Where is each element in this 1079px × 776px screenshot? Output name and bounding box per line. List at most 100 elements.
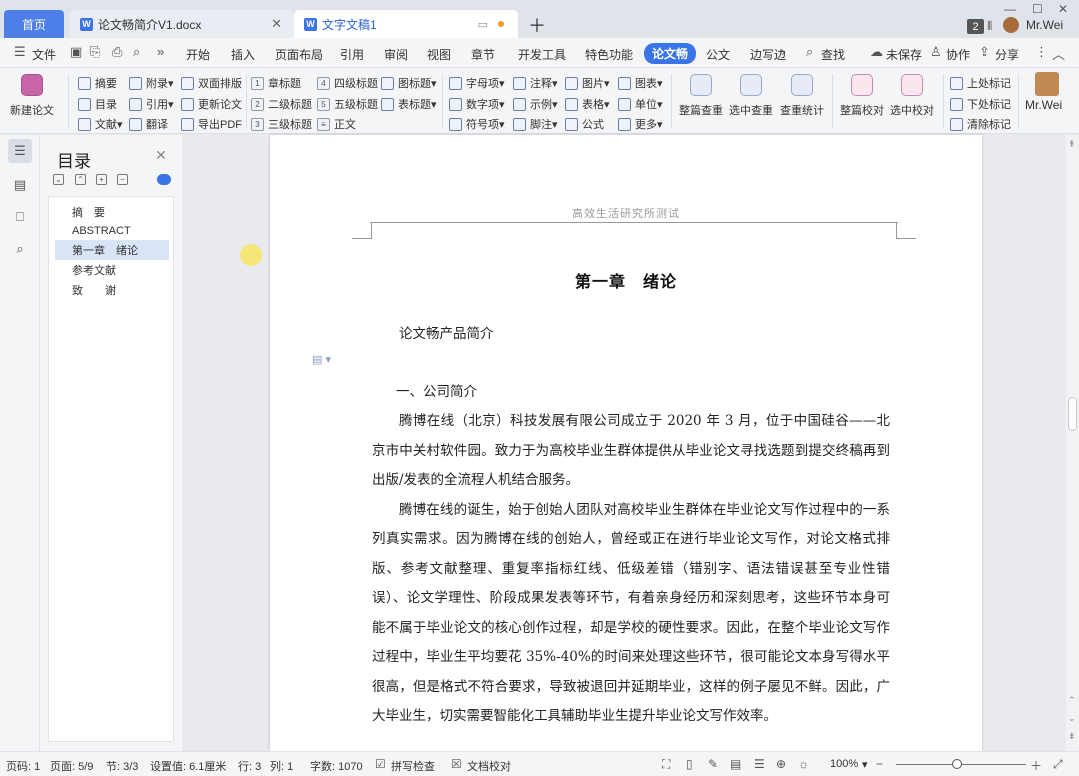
menu-reference[interactable]: 引用 bbox=[340, 46, 364, 63]
clear-mark-button[interactable]: 清除标记 bbox=[950, 116, 1011, 132]
scroll-top-icon[interactable]: ⇞ bbox=[1068, 139, 1076, 150]
page-code[interactable]: 页码: 1 bbox=[6, 758, 40, 774]
menu-lunwenchang[interactable]: 论文畅 bbox=[644, 43, 697, 64]
minimize-icon[interactable]: — bbox=[1004, 2, 1016, 16]
user-name[interactable]: Mr.Wei bbox=[1026, 18, 1063, 32]
zoom-level[interactable]: 100% bbox=[830, 758, 858, 770]
toc-item[interactable]: 参考文献 bbox=[55, 260, 169, 280]
more-icon[interactable]: » bbox=[157, 44, 164, 59]
toc-item[interactable]: ABSTRACT bbox=[55, 221, 169, 241]
example-button[interactable]: 示例 ▾ bbox=[513, 96, 558, 112]
cloud-icon[interactable]: ☁ bbox=[870, 44, 883, 60]
word-count[interactable]: 字数: 1070 bbox=[310, 758, 363, 774]
expand-plus-icon[interactable]: + bbox=[96, 174, 107, 185]
chart-table-button[interactable]: 图表 ▾ bbox=[618, 75, 663, 91]
zoom-out-icon[interactable]: − bbox=[876, 757, 883, 771]
h5-button[interactable]: 5 五级标题 bbox=[317, 96, 378, 112]
setting-value[interactable]: 设置值: 6.1厘米 bbox=[150, 758, 226, 774]
scroll-up-icon[interactable]: ⌃ bbox=[1068, 695, 1076, 706]
outline-view-icon[interactable]: ☰ bbox=[754, 757, 765, 771]
select-proof-button[interactable]: 选中校对 bbox=[890, 72, 934, 118]
menu-file[interactable]: 文件 bbox=[32, 46, 56, 63]
doc-subtitle[interactable]: 论文畅产品简介 bbox=[372, 320, 890, 350]
appendix-button[interactable]: 附录 ▾ bbox=[129, 75, 174, 91]
menu-start[interactable]: 开始 bbox=[186, 46, 210, 63]
spell-check-icon[interactable]: ☑ bbox=[375, 757, 386, 771]
h2-button[interactable]: 2 二级标题 bbox=[251, 96, 312, 112]
write-mode-icon[interactable]: ✎ bbox=[708, 757, 718, 771]
abstract-button[interactable]: 摘要 bbox=[78, 75, 117, 91]
monitor-icon[interactable]: ▭ bbox=[478, 18, 488, 31]
print-icon[interactable]: ⎙ bbox=[112, 44, 122, 60]
document-page[interactable]: 高效生活研究所测试 第一章 绪论 ▤ ▾ 论文畅产品简介 一、公司简介 腾博在线… bbox=[270, 135, 982, 751]
menu-insert[interactable]: 插入 bbox=[231, 46, 255, 63]
pages-icon[interactable]: ▤ bbox=[8, 173, 32, 197]
doc-body[interactable]: 腾博在线（北京）科技发展有限公司成立于 2020 年 3 月，位于中国硅谷——北… bbox=[372, 407, 890, 732]
tab-doc-2[interactable]: W 文字文稿1 ▭ bbox=[294, 10, 518, 38]
letter-item-button[interactable]: 字母项 ▾ bbox=[449, 75, 505, 91]
h3-button[interactable]: 3 三级标题 bbox=[251, 116, 312, 132]
avatar[interactable] bbox=[1035, 72, 1059, 96]
paragraph-options-icon[interactable]: ▤ ▾ bbox=[312, 353, 331, 366]
vertical-scrollbar[interactable]: ⇞ ⌃ ⌄ ⇟ bbox=[1066, 135, 1079, 751]
more-button[interactable]: 更多 ▾ bbox=[618, 116, 663, 132]
web-view-icon[interactable]: ⊕ bbox=[776, 757, 786, 771]
cite-button[interactable]: 引用 ▾ bbox=[129, 96, 174, 112]
menu-layout[interactable]: 页面布局 bbox=[275, 46, 323, 63]
page-indicator[interactable]: 页面: 5/9 bbox=[50, 758, 93, 774]
close-icon[interactable]: ✕ bbox=[155, 147, 167, 164]
unit-button[interactable]: 单位 ▾ bbox=[618, 96, 663, 112]
close-icon[interactable]: ✕ bbox=[271, 16, 282, 32]
hamburger-icon[interactable]: ☰ bbox=[14, 44, 26, 60]
new-paper-button[interactable]: 新建论文 bbox=[10, 72, 54, 118]
find-icon[interactable]: ⌕ bbox=[8, 237, 32, 261]
unsaved-status[interactable]: 未保存 bbox=[886, 46, 922, 63]
h4-button[interactable]: 4 四级标题 bbox=[317, 75, 378, 91]
collapse-ribbon-icon[interactable]: ︿ bbox=[1052, 44, 1065, 63]
next-mark-button[interactable]: 下处标记 bbox=[950, 96, 1011, 112]
doc-proof-icon[interactable]: ☒ bbox=[451, 757, 462, 771]
preview-icon[interactable]: ⌕ bbox=[133, 44, 140, 60]
chapter-title-button[interactable]: 1 章标题 bbox=[251, 75, 301, 91]
share-icon[interactable]: ⇪ bbox=[979, 44, 990, 60]
avatar[interactable] bbox=[1003, 17, 1019, 33]
row-indicator[interactable]: 行: 3 bbox=[238, 758, 261, 774]
zoom-in-icon[interactable]: ＋ bbox=[1030, 757, 1042, 774]
doc-proof-button[interactable]: 文档校对 bbox=[467, 758, 511, 774]
more-options-icon[interactable]: ⋮ bbox=[1035, 44, 1048, 60]
catalog-button[interactable]: 目录 bbox=[78, 96, 117, 112]
eye-protect-icon[interactable]: ☼ bbox=[798, 757, 809, 771]
picture-button[interactable]: 图片 ▾ bbox=[565, 75, 610, 91]
menu-chapter[interactable]: 章节 bbox=[471, 46, 495, 63]
bookmark-icon[interactable]: ⎕ bbox=[8, 205, 32, 229]
prev-mark-button[interactable]: 上处标记 bbox=[950, 75, 1011, 91]
read-mode-icon[interactable]: ▯ bbox=[686, 757, 693, 771]
chevron-right-icon[interactable]: › bbox=[781, 44, 785, 59]
table-title-button[interactable]: 表标题 ▾ bbox=[381, 96, 437, 112]
tab-doc-1[interactable]: W 论文畅简介V1.docx ✕ bbox=[70, 10, 294, 38]
ribbon-user-name[interactable]: Mr.Wei bbox=[1025, 98, 1062, 112]
section-indicator[interactable]: 节: 3/3 bbox=[106, 758, 138, 774]
menu-official[interactable]: 公文 bbox=[706, 46, 730, 63]
ai-assistant-icon[interactable] bbox=[157, 174, 171, 185]
note-button[interactable]: 注释 ▾ bbox=[513, 75, 558, 91]
body-text-button[interactable]: ≡ 正文 bbox=[317, 116, 356, 132]
fit-page-icon[interactable]: ⤢ bbox=[1053, 757, 1063, 772]
export-icon[interactable]: ⎘ bbox=[90, 44, 100, 60]
dual-layout-button[interactable]: 双面排版 bbox=[181, 75, 242, 91]
export-pdf-button[interactable]: 导出PDF bbox=[181, 116, 242, 132]
collapse-down-icon[interactable]: ⌄ bbox=[53, 174, 64, 185]
translate-button[interactable]: 翻译 bbox=[129, 116, 168, 132]
toc-item[interactable]: 摘 要 bbox=[55, 202, 169, 222]
collapse-minus-icon[interactable]: − bbox=[117, 174, 128, 185]
search-button[interactable]: 查找 bbox=[821, 46, 845, 63]
menu-review[interactable]: 审阅 bbox=[384, 46, 408, 63]
spell-check-button[interactable]: 拼写检查 bbox=[391, 758, 435, 774]
full-check-button[interactable]: 整篇查重 bbox=[679, 72, 723, 118]
add-tab-icon[interactable]: ＋ bbox=[528, 12, 546, 38]
page-view-icon[interactable]: ▤ bbox=[730, 757, 741, 771]
chevron-down-icon[interactable]: ▾ bbox=[862, 758, 868, 771]
literature-button[interactable]: 文献 ▾ bbox=[78, 116, 123, 132]
full-proof-button[interactable]: 整篇校对 bbox=[840, 72, 884, 118]
menu-features[interactable]: 特色功能 bbox=[585, 46, 633, 63]
